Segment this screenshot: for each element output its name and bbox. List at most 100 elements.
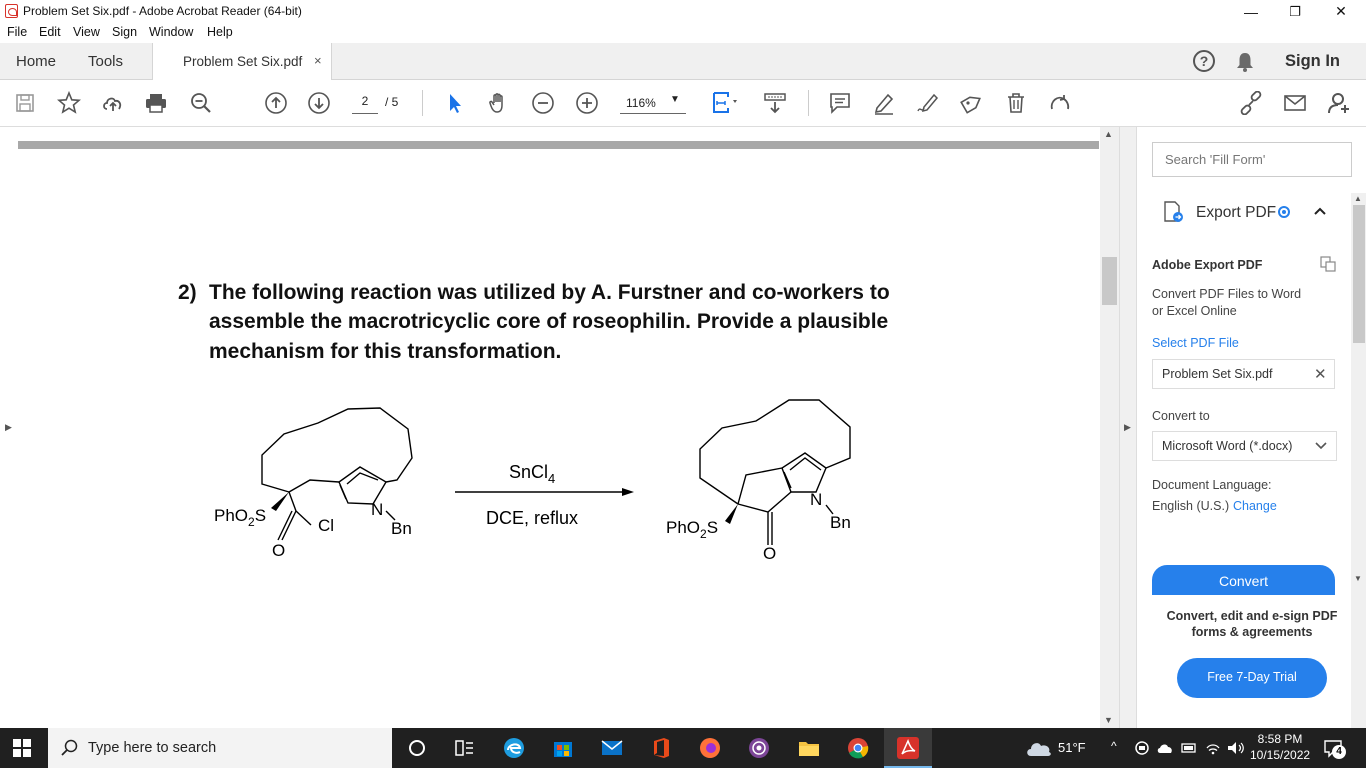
highlight-pen-icon[interactable] — [871, 90, 897, 116]
clear-file-icon[interactable]: ✕ — [1314, 365, 1327, 383]
change-language-link[interactable]: Change — [1233, 499, 1277, 513]
onedrive-cloud-icon[interactable] — [1157, 741, 1173, 755]
scroll-down-icon[interactable]: ▼ — [1354, 574, 1362, 583]
menu-view[interactable]: View — [73, 25, 100, 39]
collapse-right-pane-icon[interactable]: ▶ — [1124, 422, 1131, 433]
menu-sign[interactable]: Sign — [112, 25, 137, 39]
document-scrollbar[interactable] — [1100, 127, 1119, 728]
document-viewer[interactable]: ▶ 2) The following reaction was utilized… — [0, 127, 1119, 728]
share-link-icon[interactable] — [1238, 90, 1264, 116]
select-pdf-file-link[interactable]: Select PDF File — [1152, 336, 1239, 350]
task-view-icon[interactable] — [452, 736, 476, 760]
upload-cloud-icon[interactable] — [100, 90, 126, 116]
question-line: assemble the macrotricyclic core of rose… — [209, 310, 889, 333]
next-page-icon[interactable] — [306, 90, 332, 116]
select-cursor-icon[interactable] — [442, 90, 468, 116]
comment-icon[interactable] — [827, 90, 853, 116]
meet-now-icon[interactable] — [1134, 740, 1150, 756]
product-o-label: O — [763, 544, 776, 563]
selected-file-field[interactable]: Problem Set Six.pdf ✕ — [1152, 359, 1335, 389]
copy-icon[interactable] — [1320, 256, 1336, 272]
hand-tool-icon[interactable] — [486, 90, 512, 116]
chevron-up-icon[interactable]: ^ — [1111, 739, 1117, 753]
fill-form-search-input[interactable]: Search 'Fill Form' — [1152, 142, 1352, 177]
delete-icon[interactable] — [1003, 90, 1029, 116]
expand-left-panel-icon[interactable]: ▶ — [5, 422, 12, 433]
tab-tools[interactable]: Tools — [88, 53, 123, 70]
clock-time: 8:58 PM — [1257, 732, 1303, 746]
title-bar: Problem Set Six.pdf - Adobe Acrobat Read… — [0, 0, 1366, 23]
minimize-button[interactable]: — — [1228, 0, 1274, 23]
menu-file[interactable]: File — [7, 25, 27, 39]
file-explorer-icon[interactable] — [797, 736, 821, 760]
battery-network-icon[interactable] — [1181, 742, 1197, 754]
restore-button[interactable]: ❐ — [1272, 0, 1318, 23]
previous-page-icon[interactable] — [263, 90, 289, 116]
free-trial-button[interactable]: Free 7-Day Trial — [1177, 658, 1327, 698]
sign-in-button[interactable]: Sign In — [1285, 52, 1340, 71]
chrome-icon[interactable] — [846, 736, 870, 760]
left-panel-toggle[interactable]: ▶ — [0, 127, 18, 728]
edge-browser-icon[interactable] — [502, 736, 526, 760]
scroll-up-icon[interactable]: ▲ — [1354, 194, 1362, 203]
notification-bell-icon[interactable] — [1236, 52, 1254, 72]
acrobat-app-icon — [5, 4, 18, 18]
fit-page-icon[interactable] — [708, 90, 744, 116]
wifi-icon[interactable] — [1205, 740, 1221, 756]
tab-home[interactable]: Home — [16, 53, 56, 70]
close-tab-icon[interactable]: × — [314, 53, 322, 68]
export-description: Convert PDF Files to Word or Excel Onlin… — [1152, 287, 1302, 318]
acrobat-taskbar-button[interactable] — [884, 728, 932, 768]
page-number-input[interactable]: 2 — [352, 94, 378, 114]
export-pdf-title[interactable]: Export PDF — [1196, 204, 1276, 222]
windows-start-icon[interactable] — [13, 739, 31, 757]
mail-icon[interactable] — [600, 736, 624, 760]
scroll-up-icon[interactable]: ▲ — [1104, 129, 1113, 139]
print-icon[interactable] — [143, 90, 169, 116]
menu-help[interactable]: Help — [207, 25, 233, 39]
rotate-icon[interactable] — [1047, 90, 1073, 116]
stamp-tag-icon[interactable] — [959, 90, 985, 116]
menu-edit[interactable]: Edit — [39, 25, 61, 39]
convert-button[interactable]: Convert — [1152, 565, 1335, 595]
weather-cloud-icon[interactable] — [1025, 738, 1053, 758]
menu-window[interactable]: Window — [149, 25, 193, 39]
help-icon[interactable]: ? — [1193, 50, 1215, 72]
weather-temperature[interactable]: 51°F — [1058, 740, 1086, 755]
save-icon[interactable] — [12, 90, 38, 116]
zoom-level-dropdown[interactable]: 116% ▼ — [620, 94, 686, 114]
add-user-icon[interactable] — [1326, 90, 1352, 116]
zoom-out-search-icon[interactable] — [188, 90, 214, 116]
clock[interactable]: 8:58 PM 10/15/2022 — [1250, 731, 1310, 763]
taskbar-search-box[interactable]: Type here to search — [48, 728, 392, 768]
format-dropdown[interactable]: Microsoft Word (*.docx) — [1152, 431, 1337, 461]
notification-center-button[interactable]: 4 — [1322, 737, 1346, 759]
right-tools-pane: Search 'Fill Form' Export PDF Adobe Expo… — [1136, 127, 1366, 728]
zoom-out-icon[interactable] — [530, 90, 556, 116]
scroll-down-icon[interactable]: ▼ — [1104, 715, 1113, 725]
question-number: 2) — [178, 281, 197, 304]
sign-pen-icon[interactable] — [915, 90, 941, 116]
zoom-in-icon[interactable] — [574, 90, 600, 116]
conditions-label: DCE, reflux — [486, 508, 578, 528]
tor-browser-icon[interactable] — [747, 736, 771, 760]
tab-document[interactable]: Problem Set Six.pdf × — [152, 43, 332, 80]
chevron-down-icon: ▼ — [670, 94, 680, 105]
document-scrollbar-thumb[interactable] — [1102, 257, 1117, 305]
bookmark-star-icon[interactable] — [56, 90, 82, 116]
tab-bar: Home Tools Problem Set Six.pdf × — [0, 43, 1366, 80]
firefox-icon[interactable] — [698, 736, 722, 760]
chevron-up-icon[interactable] — [1313, 206, 1327, 216]
microsoft-store-icon[interactable] — [551, 736, 575, 760]
cortana-icon[interactable] — [405, 736, 429, 760]
close-window-button[interactable]: ✕ — [1318, 0, 1364, 23]
volume-icon[interactable] — [1226, 740, 1246, 756]
email-icon[interactable] — [1282, 90, 1308, 116]
right-pane-scrollbar-thumb[interactable] — [1353, 205, 1365, 343]
window-title: Problem Set Six.pdf - Adobe Acrobat Read… — [23, 4, 302, 18]
scroll-mode-icon[interactable] — [762, 90, 788, 116]
office-icon[interactable] — [649, 736, 673, 760]
format-value: Microsoft Word (*.docx) — [1162, 439, 1293, 453]
chevron-down-icon — [1315, 442, 1327, 450]
right-pane-splitter[interactable]: ▶ — [1119, 127, 1136, 728]
